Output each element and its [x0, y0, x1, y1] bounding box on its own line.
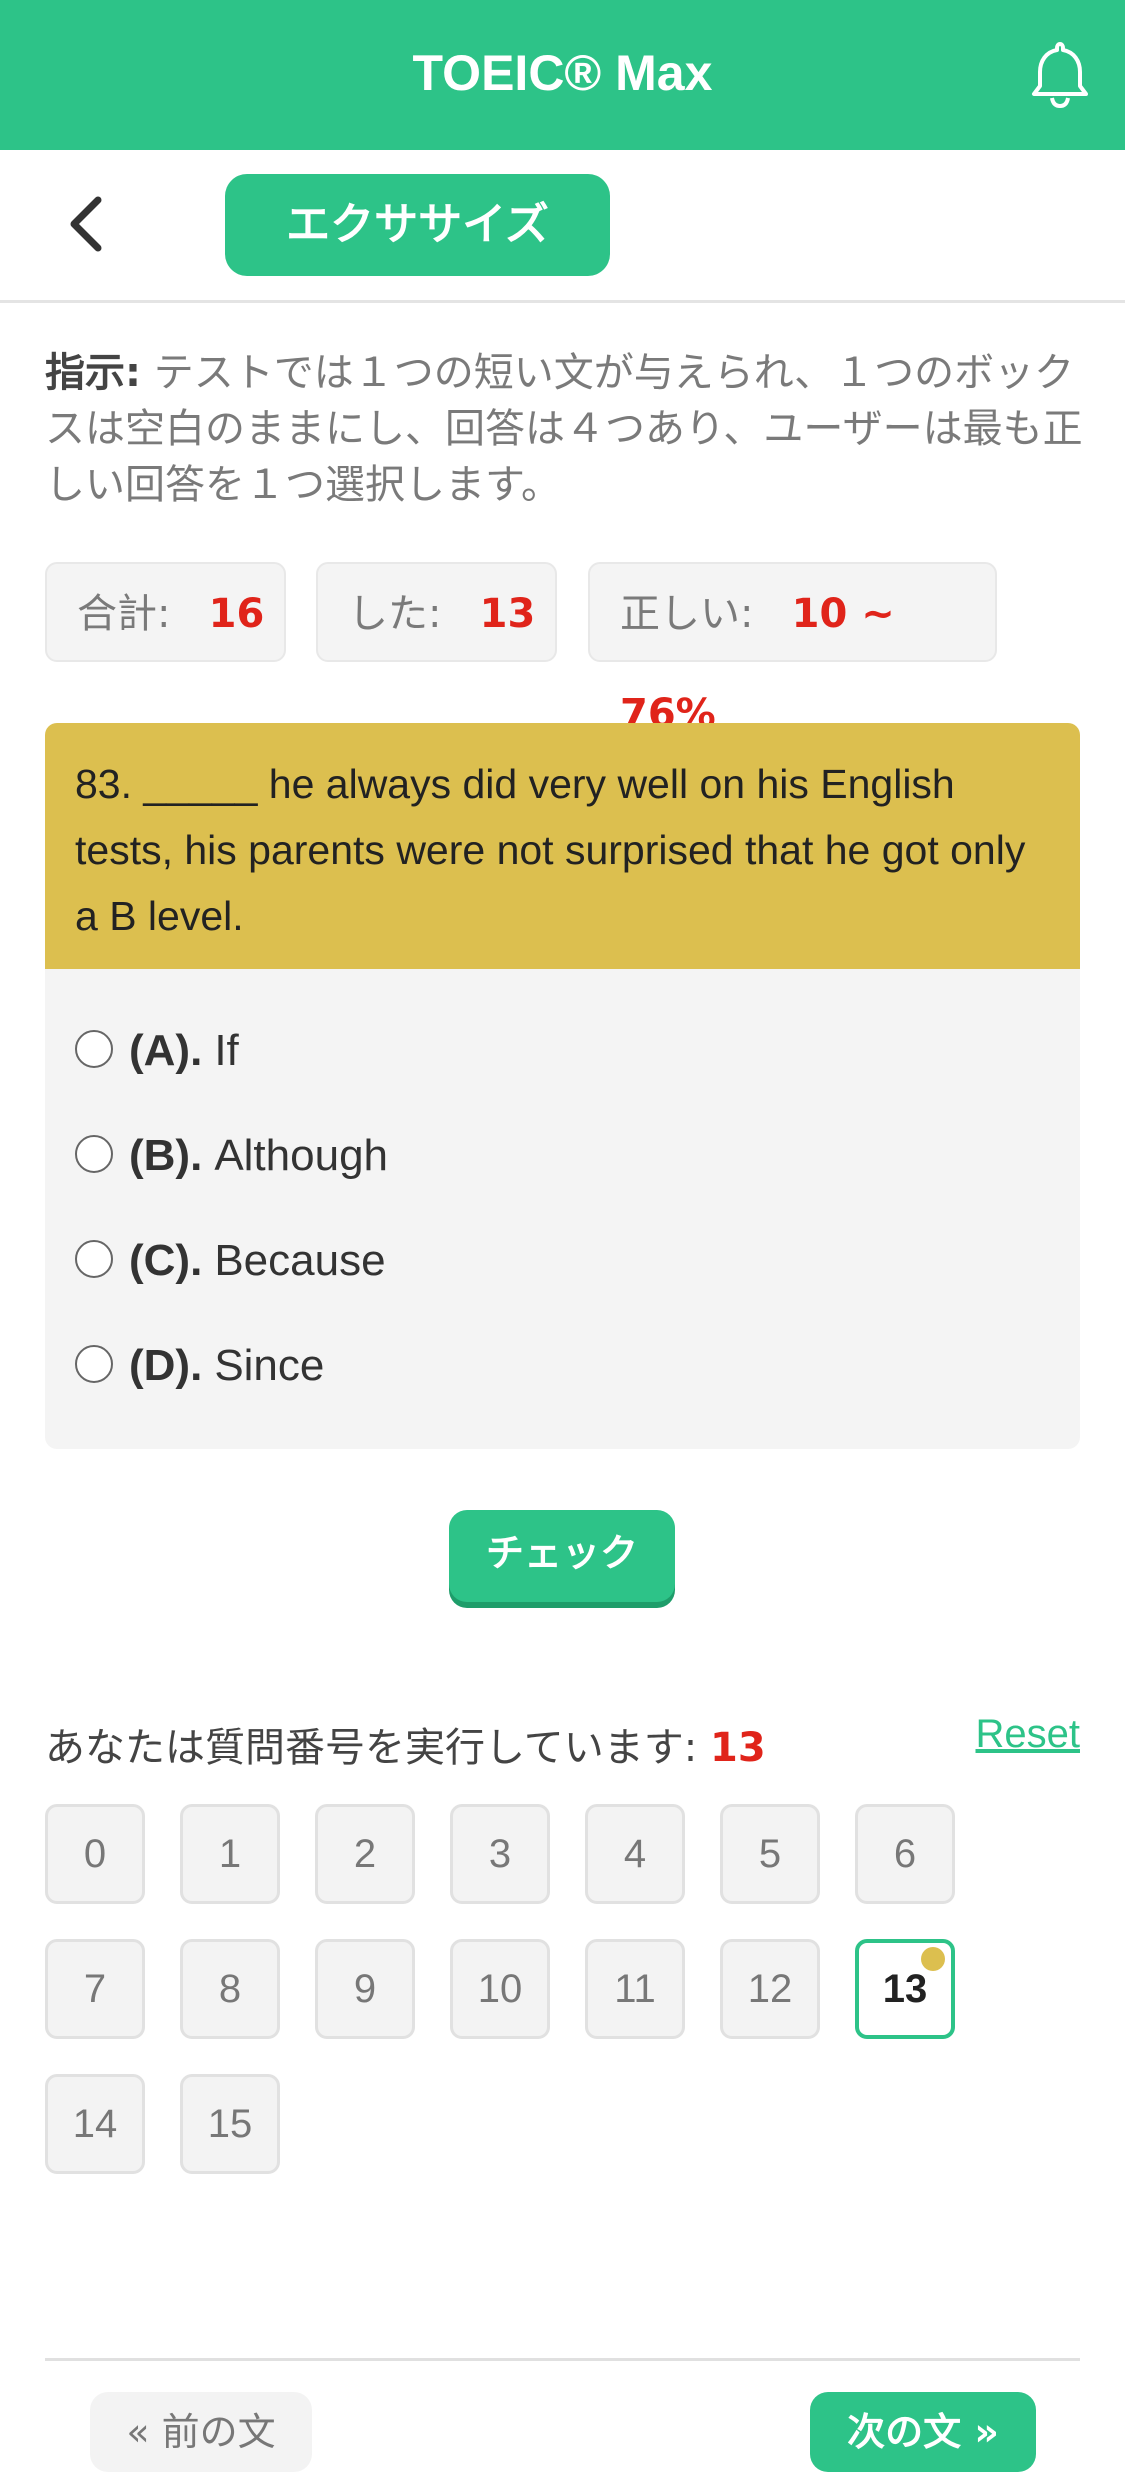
- option-c[interactable]: (C). Because: [75, 1231, 386, 1291]
- app-header: TOEIC® Max: [0, 0, 1125, 150]
- sub-navigation: エクササイズ: [0, 150, 1125, 303]
- option-a[interactable]: (A). If: [75, 1021, 239, 1081]
- answer-options: (A). If (B). Although (C). Because (D). Sinc…: [45, 969, 1080, 1449]
- chevron-left-icon[interactable]: [62, 194, 112, 254]
- stat-done: した: 13: [316, 562, 557, 662]
- question-number-label: 13: [882, 1967, 928, 2011]
- progress-text: あなたは質問番号を実行しています: 13: [45, 1715, 766, 1773]
- option-d[interactable]: (D). Since: [75, 1336, 324, 1396]
- question-number-button[interactable]: 7: [45, 1939, 145, 2039]
- next-sentence-button[interactable]: 次の文 »: [810, 2392, 1036, 2472]
- question-number-button[interactable]: 8: [180, 1939, 280, 2039]
- question-text: 83. _____ he always did very well on his…: [45, 723, 1080, 969]
- question-number-button[interactable]: 10: [450, 1939, 550, 2039]
- question-number-button[interactable]: 14: [45, 2074, 145, 2174]
- question-number-button[interactable]: 11: [585, 1939, 685, 2039]
- option-letter: (A).: [129, 1026, 203, 1075]
- instructions-label: 指示:: [45, 350, 141, 396]
- question-number-button[interactable]: 5: [720, 1804, 820, 1904]
- stat-correct-label: 正しい:: [620, 591, 754, 637]
- question-number-button[interactable]: 3: [450, 1804, 550, 1904]
- bell-icon[interactable]: [1025, 38, 1095, 110]
- radio-button[interactable]: [75, 1030, 113, 1069]
- option-text: Because: [214, 1236, 386, 1285]
- question-number-button[interactable]: 9: [315, 1939, 415, 2039]
- tab-exercise[interactable]: エクササイズ: [225, 174, 610, 276]
- question-number-button[interactable]: 15: [180, 2074, 280, 2174]
- instructions-text: テストでは１つの短い文が与えられ、１つのボックスは空白のままにし、回答は４つあり…: [45, 350, 1083, 508]
- question-number-button[interactable]: 12: [720, 1939, 820, 2039]
- option-text: Since: [214, 1341, 325, 1390]
- app-title: TOEIC® Max: [412, 45, 713, 101]
- radio-button[interactable]: [75, 1240, 113, 1279]
- question-number-button[interactable]: 6: [855, 1804, 955, 1904]
- previous-sentence-button[interactable]: « 前の文: [90, 2392, 312, 2472]
- stat-total-value: 16: [208, 591, 265, 637]
- check-button[interactable]: チェック: [449, 1510, 675, 1602]
- option-text: Although: [214, 1131, 389, 1180]
- radio-button[interactable]: [75, 1345, 113, 1384]
- instructions: 指示: テストでは１つの短い文が与えられ、１つのボックスは空白のままにし、回答は…: [45, 345, 1085, 513]
- radio-button[interactable]: [75, 1135, 113, 1174]
- question-number-button[interactable]: 4: [585, 1804, 685, 1904]
- current-indicator-dot: [921, 1947, 945, 1971]
- progress-label: あなたは質問番号を実行しています:: [45, 1725, 710, 1771]
- reset-link[interactable]: Reset: [976, 1712, 1081, 1757]
- option-text: If: [214, 1026, 239, 1075]
- question-number-button[interactable]: 2: [315, 1804, 415, 1904]
- option-letter: (C).: [129, 1236, 203, 1285]
- option-letter: (B).: [129, 1131, 203, 1180]
- stat-correct: 正しい: 10 ~ 76%: [588, 562, 997, 737]
- stat-done-value: 13: [479, 591, 536, 637]
- option-b[interactable]: (B). Although: [75, 1126, 388, 1186]
- stat-total-label: 合計:: [77, 591, 171, 637]
- stat-total: 合計: 16: [45, 562, 286, 662]
- stat-done-label: した:: [348, 591, 442, 637]
- option-letter: (D).: [129, 1341, 203, 1390]
- question-number-button-active[interactable]: 13: [855, 1939, 955, 2039]
- progress-current: 13: [710, 1725, 766, 1771]
- divider: [45, 2358, 1080, 2361]
- question-number-button[interactable]: 1: [180, 1804, 280, 1904]
- question-number-button[interactable]: 0: [45, 1804, 145, 1904]
